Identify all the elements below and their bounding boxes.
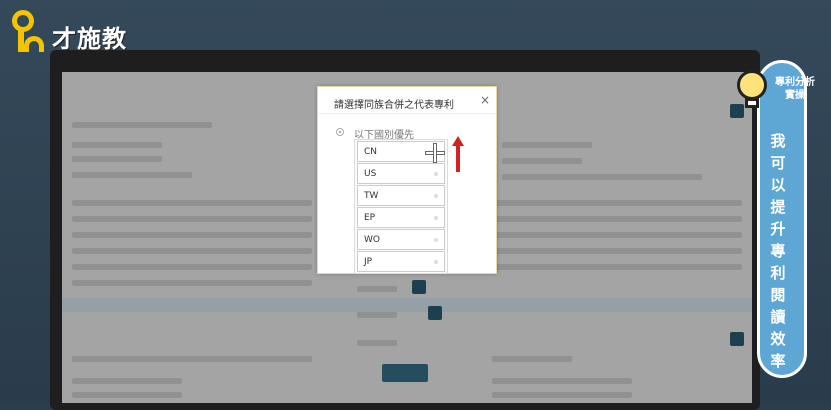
drag-handle-icon (434, 259, 438, 264)
lightbulb-icon (735, 68, 771, 112)
drag-handle-icon (434, 171, 438, 176)
country-code: EP (364, 212, 376, 223)
drag-handle-icon (434, 215, 438, 220)
dialog-title: 請選擇同族合併之代表專利 (334, 100, 454, 111)
brand-name: 才施教 (52, 25, 127, 53)
move-cursor-icon (423, 141, 447, 165)
list-item[interactable]: JP (357, 251, 445, 272)
list-item[interactable]: TW (357, 185, 445, 206)
country-code: TW (364, 190, 379, 201)
brand-logo: 才施教 (10, 8, 127, 56)
country-code: US (364, 168, 377, 179)
list-item[interactable]: US (357, 163, 445, 184)
country-code: WO (364, 234, 380, 245)
logo-icon (10, 8, 50, 56)
red-arrow-up-icon (452, 136, 464, 172)
drag-handle-icon (434, 193, 438, 198)
sidebar-tagline: 我可以提升專利閱讀效率 (770, 132, 786, 370)
country-code: JP (364, 256, 373, 267)
list-item[interactable]: EP (357, 207, 445, 228)
close-icon[interactable]: × (480, 93, 490, 107)
priority-radio[interactable] (336, 128, 344, 136)
country-code: CN (364, 146, 378, 157)
drag-handle-icon (434, 237, 438, 242)
sidebar-subtitle: 專利分析 實操 (775, 77, 815, 101)
representative-patent-dialog: 請選擇同族合併之代表專利 × 以下國別優先 CN US TW EP WO JP (317, 86, 497, 274)
list-item[interactable]: WO (357, 229, 445, 250)
divider (318, 113, 496, 114)
